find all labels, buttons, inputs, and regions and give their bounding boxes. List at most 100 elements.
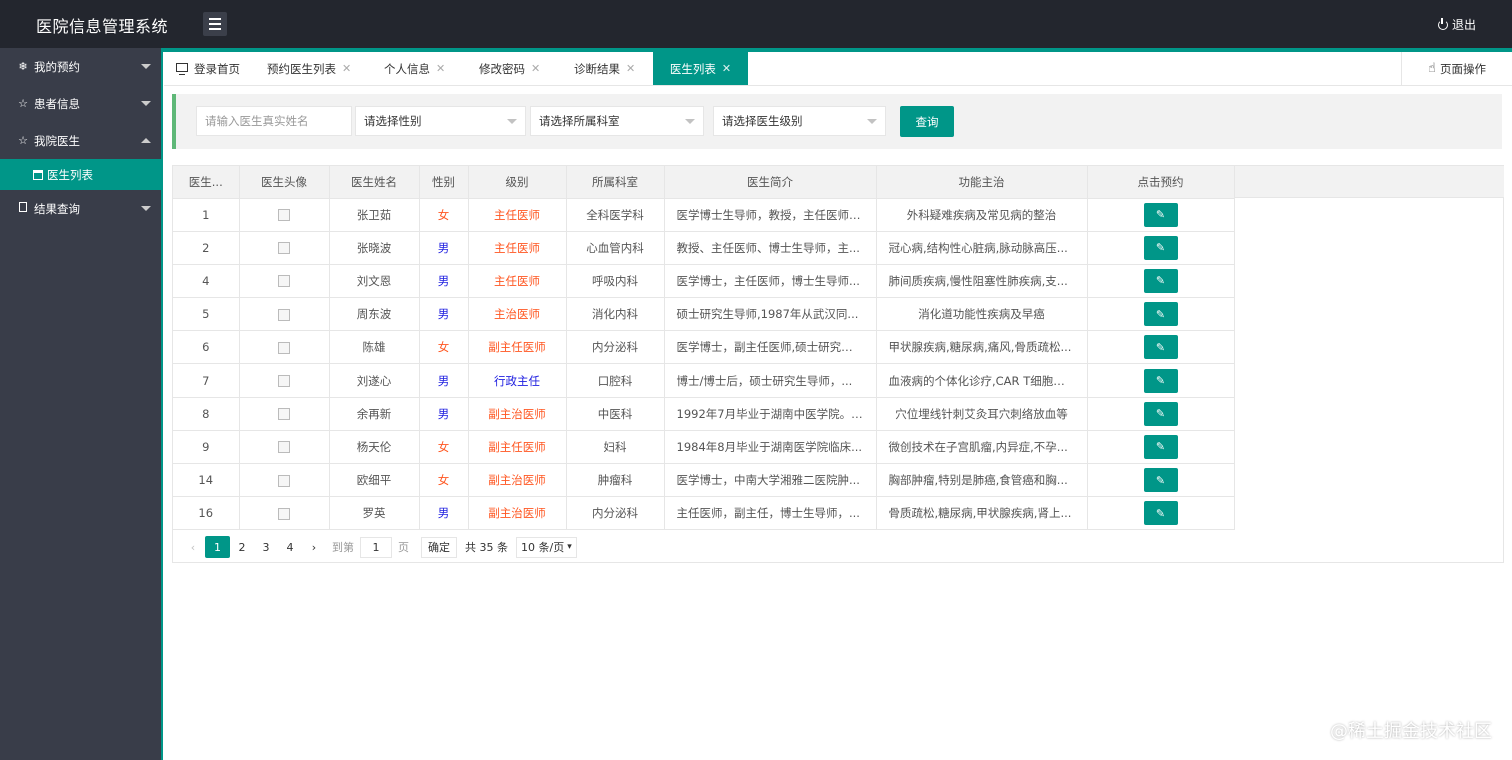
avatar: [278, 507, 290, 520]
pencil-icon: ✎: [1155, 241, 1166, 255]
next-page-button[interactable]: ›: [302, 536, 326, 558]
sidebar-item-hospital-doctors[interactable]: ☆ 我院医生: [0, 122, 161, 159]
query-button[interactable]: 查询: [900, 106, 954, 137]
doctor-id: 4: [173, 264, 240, 299]
page-size-value: 10 条/页: [521, 541, 565, 554]
book-appointment-button[interactable]: ✎: [1143, 501, 1178, 526]
avatar: [278, 341, 290, 354]
close-icon[interactable]: ✕: [342, 62, 351, 75]
book-appointment-button[interactable]: ✎: [1143, 302, 1178, 327]
tab-change-password[interactable]: 修改密码 ✕: [479, 52, 540, 85]
book-appointment-button[interactable]: ✎: [1143, 468, 1178, 493]
doctor-level: 行政主任: [468, 363, 567, 398]
doctor-gender: 男: [419, 496, 469, 531]
caret-up-icon: [141, 138, 151, 143]
goto-page-input[interactable]: 1: [360, 536, 392, 558]
tab-appointment-doctor-list[interactable]: 预约医生列表 ✕: [267, 52, 351, 85]
sidebar-item-my-appointments[interactable]: ❄ 我的预约: [0, 48, 161, 85]
book-appointment-button[interactable]: ✎: [1143, 434, 1178, 459]
table-row: 7 刘遂心 男 行政主任 口腔科 博士/博士后，硕士研究生导师，... 血液病的…: [173, 363, 1235, 398]
tab-diagnosis-result[interactable]: 诊断结果 ✕: [574, 52, 635, 85]
snowflake-icon: ❄: [18, 60, 28, 73]
book-appointment-button[interactable]: ✎: [1143, 335, 1178, 360]
doctor-id: 6: [173, 330, 240, 365]
avatar: [278, 474, 290, 487]
doctor-department: 心血管内科: [566, 231, 665, 265]
goto-confirm-button[interactable]: 确定: [421, 536, 457, 558]
pencil-icon: ✎: [1155, 374, 1166, 388]
doctor-intro: 医学博士生导师，教授，主任医师,...: [664, 198, 877, 232]
page-button-current[interactable]: 1: [205, 536, 230, 558]
book-appointment-button[interactable]: ✎: [1143, 368, 1178, 393]
department-select-value: 请选择所属科室: [539, 114, 620, 128]
pencil-icon: ✎: [1155, 340, 1166, 354]
page-size-select[interactable]: 10 条/页 ▾: [516, 536, 577, 558]
book-appointment-button[interactable]: ✎: [1143, 202, 1178, 227]
column-header[interactable]: 医生头像: [239, 166, 330, 199]
doctor-id: 7: [173, 363, 240, 398]
doctor-gender: 男: [419, 397, 469, 431]
doctor-name: 刘文恩: [329, 264, 420, 299]
book-appointment-button[interactable]: ✎: [1143, 268, 1178, 293]
level-select-value: 请选择医生级别: [722, 114, 803, 128]
sidebar-item-patient-info[interactable]: ☆ 患者信息: [0, 85, 161, 122]
book-appointment-button[interactable]: ✎: [1143, 401, 1178, 426]
tab-doctor-list[interactable]: 医生列表 ✕: [653, 52, 748, 85]
column-header[interactable]: 点击预约: [1087, 166, 1235, 199]
tab-personal-info[interactable]: 个人信息 ✕: [384, 52, 445, 85]
column-header[interactable]: 医生...: [173, 166, 240, 199]
sidebar-item-label: 结果查询: [34, 201, 80, 216]
level-select[interactable]: 请选择医生级别: [713, 106, 886, 136]
tab-home[interactable]: 登录首页: [176, 52, 240, 85]
doctor-intro: 1984年8月毕业于湖南医学院临床...: [664, 430, 877, 465]
doctor-intro: 硕士研究生导师,1987年从武汉同...: [664, 297, 877, 332]
sidebar-item-result-query[interactable]: 结果查询: [0, 190, 161, 227]
doctor-gender: 男: [419, 264, 469, 299]
page-button[interactable]: 4: [278, 536, 302, 558]
doctor-specialty: 冠心病,结构性心脏病,脉动脉高压...: [876, 231, 1088, 265]
doctor-department: 口腔科: [566, 363, 665, 398]
page-button[interactable]: 2: [230, 536, 254, 558]
column-header[interactable]: 性别: [419, 166, 469, 199]
doctor-name: 张卫茹: [329, 198, 420, 232]
avatar: [278, 275, 290, 288]
page-button[interactable]: 3: [254, 536, 278, 558]
book-appointment-button[interactable]: ✎: [1143, 235, 1178, 260]
column-header[interactable]: 功能主治: [876, 166, 1088, 199]
table-row: 8 余再新 男 副主治医师 中医科 1992年7月毕业于湖南中医学院。1... …: [173, 397, 1235, 431]
table-row: 4 刘文恩 男 主任医师 呼吸内科 医学博士，主任医师，博士生导师... 肺间质…: [173, 264, 1235, 299]
doctor-level: 主任医师: [468, 264, 567, 299]
sidebar-subitem-doctor-list[interactable]: 医生列表: [0, 159, 161, 190]
page-operations-button[interactable]: ☝ 页面操作: [1401, 52, 1512, 85]
doctor-level: 副主治医师: [468, 463, 567, 498]
doctor-id: 14: [173, 463, 240, 498]
close-icon[interactable]: ✕: [626, 62, 635, 75]
close-icon[interactable]: ✕: [436, 62, 445, 75]
close-icon[interactable]: ✕: [531, 62, 540, 75]
column-header[interactable]: 级别: [468, 166, 567, 199]
chevron-down-icon: [867, 119, 877, 124]
doctor-intro: 1992年7月毕业于湖南中医学院。1...: [664, 397, 877, 431]
doctor-intro: 主任医师，副主任，博士生导师，...: [664, 496, 877, 531]
close-icon[interactable]: ✕: [722, 62, 731, 75]
logout-button[interactable]: 退出: [1437, 16, 1476, 33]
doctor-name: 陈雄: [329, 330, 420, 365]
monitor-icon: [176, 63, 188, 75]
doctor-intro: 医学博士，副主任医师,硕士研究生...: [664, 330, 877, 365]
department-select[interactable]: 请选择所属科室: [530, 106, 704, 136]
gender-select[interactable]: 请选择性别: [355, 106, 526, 136]
doctor-level: 主任医师: [468, 198, 567, 232]
tab-label: 医生列表: [669, 61, 716, 76]
column-header[interactable]: 医生姓名: [329, 166, 420, 199]
column-header[interactable]: 所属科室: [566, 166, 665, 199]
hand-pointer-icon: ☝: [1428, 61, 1436, 76]
menu-toggle-button[interactable]: [203, 12, 227, 36]
doctor-intro: 医学博士，主任医师，博士生导师...: [664, 264, 877, 299]
doctor-name-input[interactable]: 请输入医生真实姓名: [196, 106, 352, 136]
doctor-gender: 女: [419, 198, 469, 232]
goto-suffix: 页: [398, 541, 409, 554]
pencil-icon: ✎: [1155, 440, 1166, 454]
column-header[interactable]: 医生简介: [664, 166, 877, 199]
avatar: [278, 209, 290, 222]
prev-page-button[interactable]: ‹: [181, 536, 205, 558]
